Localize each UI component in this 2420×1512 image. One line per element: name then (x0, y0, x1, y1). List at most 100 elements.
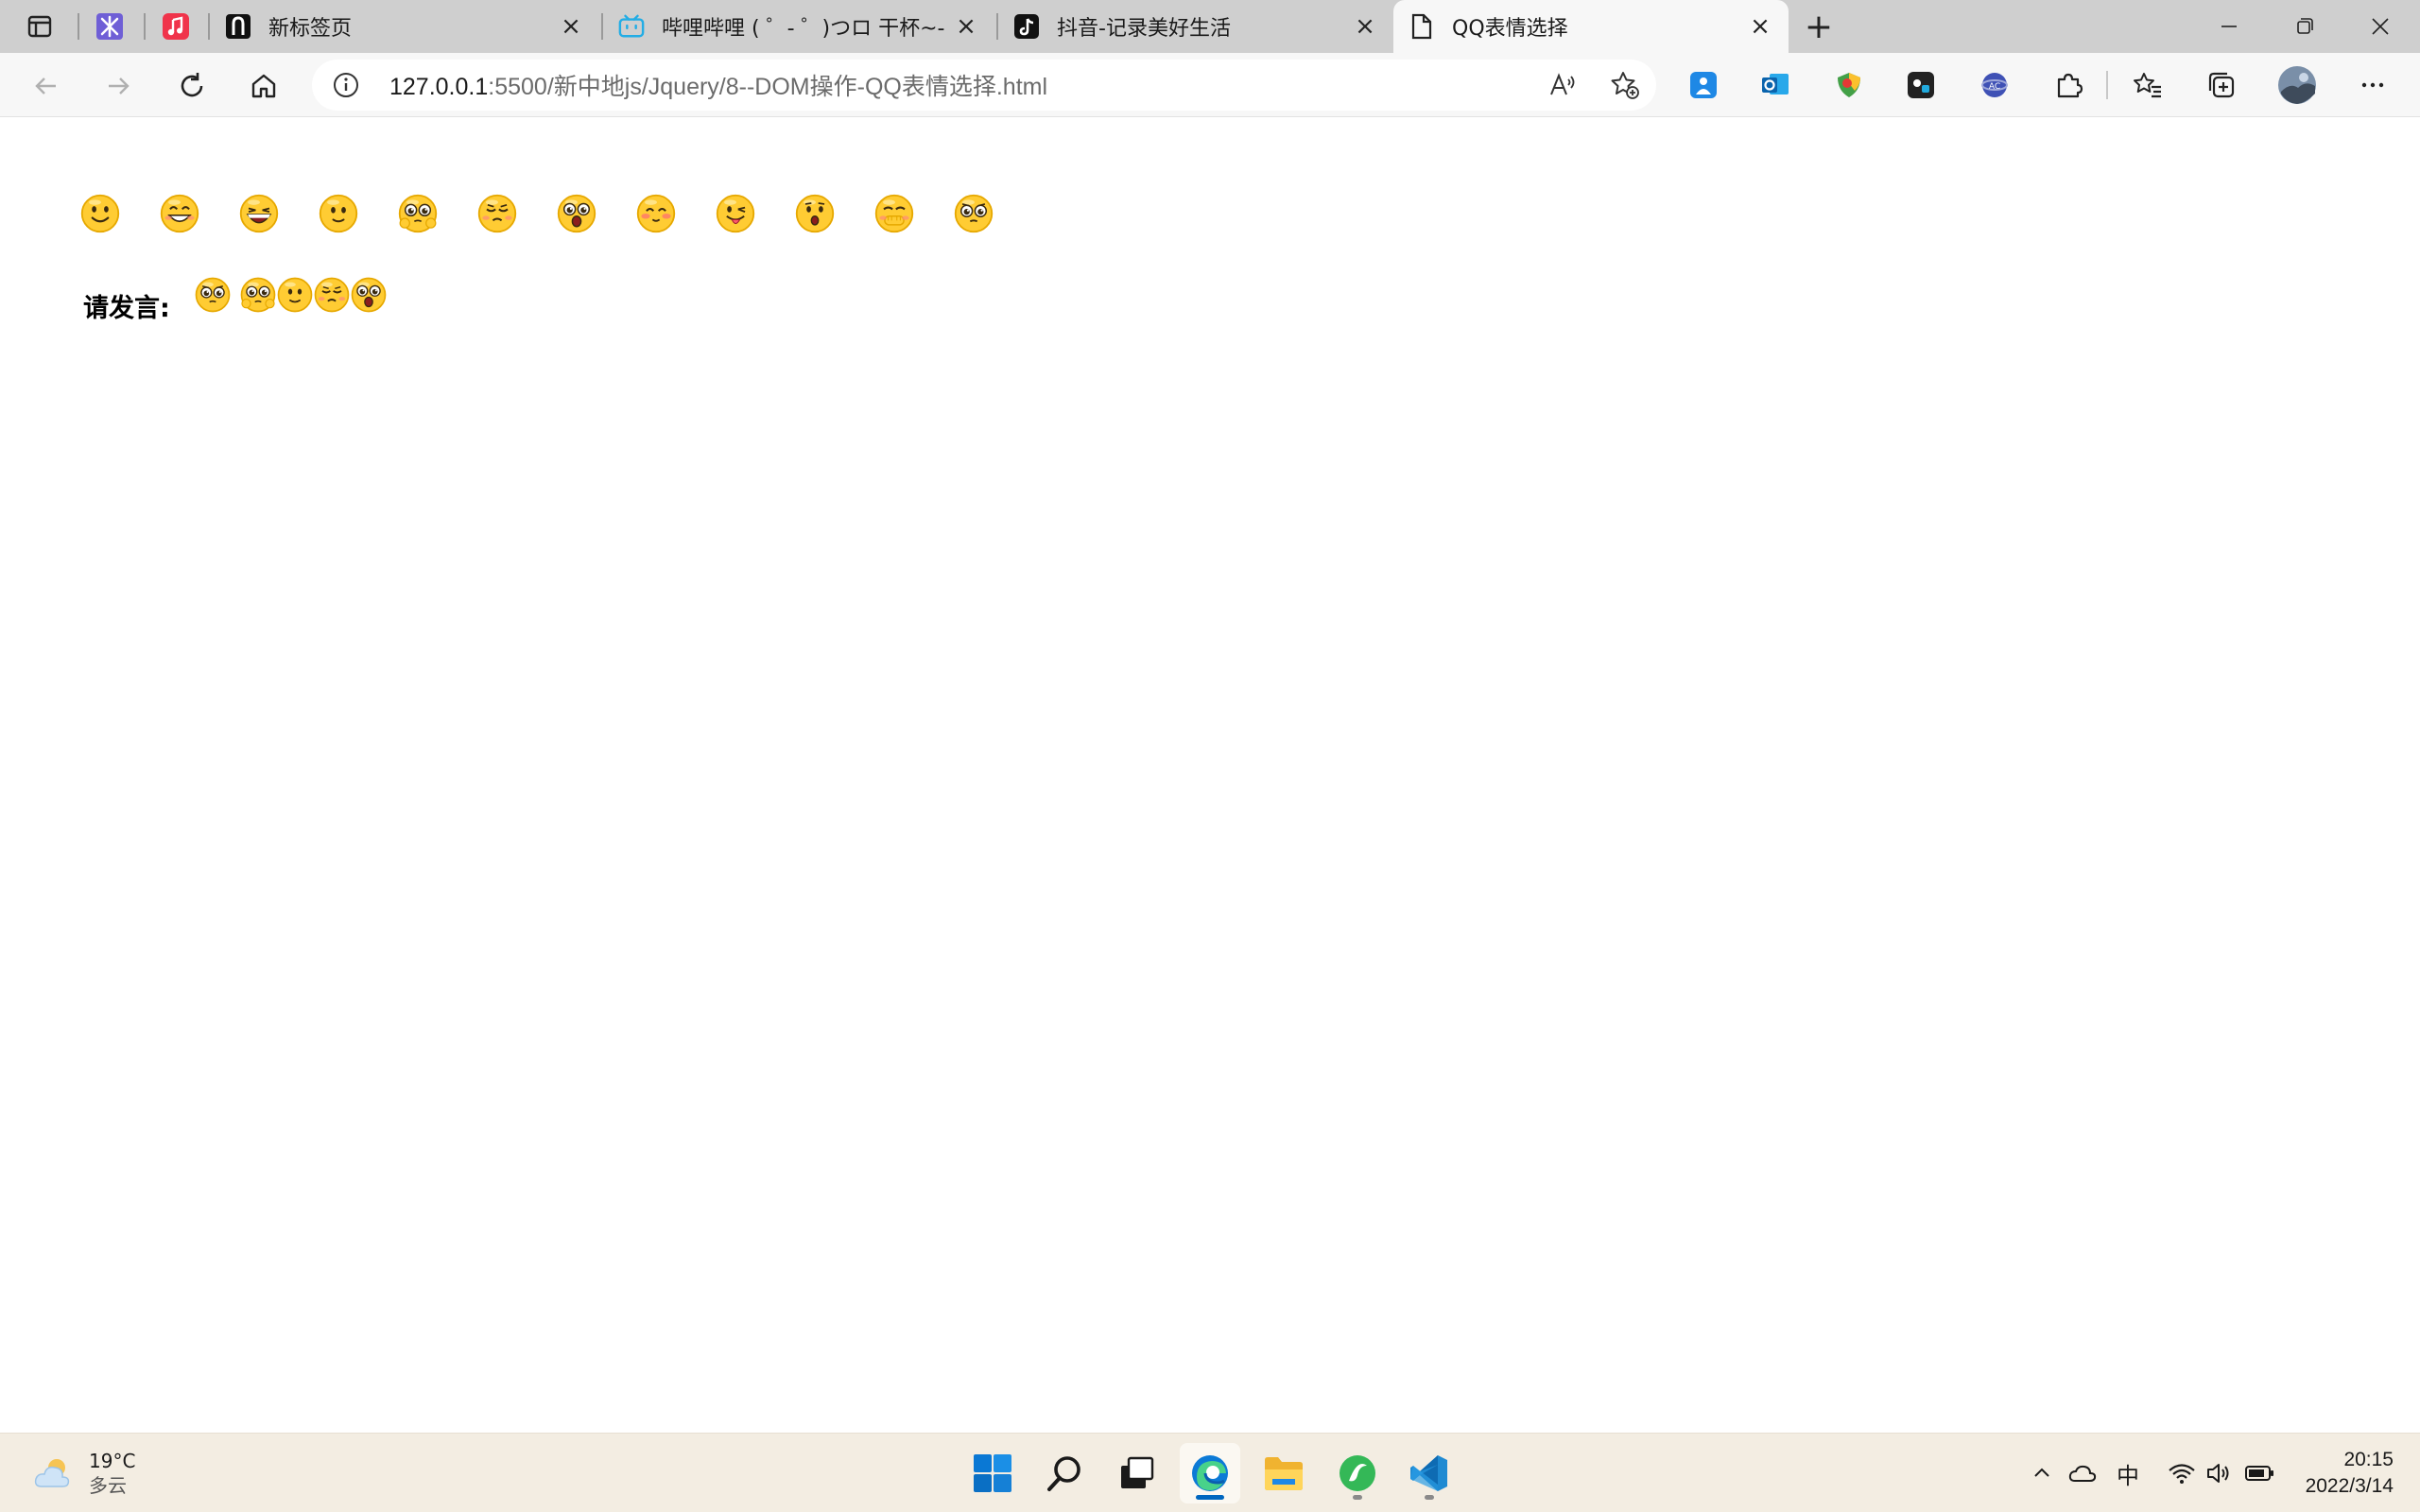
onedrive-tray[interactable] (2066, 1456, 2099, 1490)
refresh-icon (181, 73, 203, 97)
taskbar-edge[interactable] (1180, 1443, 1240, 1503)
tab-close-icon[interactable]: × (1352, 12, 1378, 41)
emoji-smile-icon[interactable] (79, 193, 121, 234)
edge-icon (1192, 1455, 1228, 1491)
browser-toolbar: 127.0.0.1:5500/新中地js/Jquery/8--DOM操作-QQ表… (0, 53, 2420, 117)
emoji-pleading-icon[interactable] (953, 193, 994, 234)
document-favicon (1409, 13, 1435, 40)
emoji-shy-hands-icon[interactable] (397, 193, 439, 234)
chosen-emoji-shocked-icon (350, 276, 388, 314)
dark-app-icon (1908, 72, 1934, 98)
forward-button[interactable] (98, 66, 138, 106)
emoji-laugh-icon[interactable] (238, 193, 280, 234)
speak-label: 请发言: (83, 294, 170, 323)
tab-qq-emoji[interactable]: QQ表情选择 × (1393, 0, 1789, 53)
volume-tray[interactable] (2203, 1456, 2237, 1490)
extension-translate[interactable] (1683, 64, 1724, 106)
taskbar: 19°C 多云 中 20:15 2022/3/14 (0, 1433, 2420, 1512)
plus-icon: + (1804, 7, 1834, 46)
home-icon (251, 74, 276, 98)
start-button[interactable] (962, 1443, 1023, 1503)
minimize-icon (2221, 26, 2237, 27)
task-view-button[interactable] (1106, 1443, 1167, 1503)
tab-strip: 新标签页 × 哔哩哔哩 ( ゜- ゜)つロ 干杯~-bilibili × 抖音-… (0, 0, 2420, 53)
address-host: 127.0.0.1 (389, 74, 489, 100)
new-tab-button[interactable]: + (1802, 7, 1836, 46)
add-favorite-button[interactable] (1605, 65, 1645, 105)
info-icon[interactable] (329, 68, 363, 102)
settings-more-button[interactable] (2352, 64, 2394, 106)
arrow-right-icon (109, 77, 130, 94)
profile-avatar[interactable] (2274, 62, 2320, 108)
search-button[interactable] (1034, 1443, 1095, 1503)
restore-icon (2297, 18, 2313, 34)
restore-button[interactable] (2267, 0, 2342, 53)
emoji-grin-icon[interactable] (159, 193, 200, 234)
taskbar-vscode[interactable] (1399, 1443, 1460, 1503)
emoji-shocked-icon[interactable] (556, 193, 597, 234)
emoji-cover-mouth-icon[interactable] (873, 193, 915, 234)
read-aloud-icon (1550, 73, 1575, 95)
home-button[interactable] (244, 66, 284, 106)
tab-actions-icon (27, 15, 52, 38)
pinned-app-icon-purple (96, 13, 123, 40)
emoji-slight-smile-icon[interactable] (318, 193, 359, 234)
minimize-button[interactable] (2191, 0, 2267, 53)
tab-new-tab[interactable]: 新标签页 × (210, 0, 599, 53)
tab-pinned-2[interactable] (159, 9, 193, 43)
tab-actions-button[interactable] (23, 9, 57, 43)
address-url[interactable]: 127.0.0.1:5500/新中地js/Jquery/8--DOM操作-QQ表… (389, 68, 1047, 102)
windows-logo-icon (974, 1454, 1011, 1492)
cloud-icon (2068, 1465, 2097, 1482)
favorites-button[interactable] (2127, 64, 2169, 106)
battery-tray[interactable] (2240, 1456, 2278, 1490)
tab-close-icon[interactable]: × (1747, 12, 1773, 41)
collections-button[interactable] (2201, 64, 2242, 106)
extension-outlook[interactable] (1754, 64, 1796, 106)
battery-icon (2245, 1466, 2273, 1481)
back-button[interactable] (26, 66, 66, 106)
emoji-sigh-icon[interactable] (476, 193, 518, 234)
chosen-emoji-slight-smile-icon (276, 276, 314, 314)
refresh-button[interactable] (172, 66, 212, 106)
tab-douyin[interactable]: 抖音-记录美好生活 × (998, 0, 1393, 53)
show-hidden-icons-button[interactable] (2027, 1456, 2057, 1490)
tab-bilibili[interactable]: 哔哩哔哩 ( ゜- ゜)つロ 干杯~-bilibili × (603, 0, 998, 53)
emoji-surprised-icon[interactable] (794, 193, 836, 234)
folder-icon (1265, 1457, 1303, 1490)
clock[interactable]: 20:15 2022/3/14 (2280, 1447, 2394, 1500)
ime-indicator[interactable]: 中 (2112, 1456, 2144, 1490)
more-dots-icon (2361, 82, 2384, 88)
weather-widget[interactable]: 19°C 多云 (32, 1449, 135, 1498)
search-icon (1047, 1456, 1080, 1491)
extension-dark-app[interactable] (1900, 64, 1942, 106)
read-aloud-button[interactable] (1543, 65, 1582, 105)
weather-temp: 19°C (89, 1450, 136, 1472)
speaker-icon (2207, 1464, 2229, 1483)
shield-icon (1838, 73, 1860, 97)
weather-text: 19°C 多云 (89, 1449, 135, 1498)
toolbar-separator (2106, 71, 2108, 99)
taskbar-green-app[interactable] (1327, 1443, 1388, 1503)
arrow-left-icon (35, 77, 56, 94)
new-tab-favicon (225, 13, 251, 40)
chosen-emoji-pleading-icon (194, 276, 232, 314)
taskbar-file-explorer[interactable] (1253, 1443, 1314, 1503)
favorites-list-icon (2134, 73, 2161, 98)
emoji-blush-icon[interactable] (635, 193, 677, 234)
emoji-picker (79, 193, 1032, 234)
extensions-button[interactable] (2048, 64, 2089, 106)
wifi-tray[interactable] (2165, 1456, 2199, 1490)
close-icon (2372, 18, 2389, 35)
extension-globe[interactable]: AC (1974, 64, 2015, 106)
chosen-emoji-area (194, 276, 387, 314)
close-window-button[interactable] (2342, 0, 2418, 53)
address-bar[interactable]: 127.0.0.1:5500/新中地js/Jquery/8--DOM操作-QQ表… (312, 60, 1656, 111)
extension-shield[interactable] (1828, 64, 1870, 106)
tab-close-icon[interactable]: × (953, 12, 979, 41)
tab-pinned-1[interactable] (93, 9, 127, 43)
emoji-tongue-wink-icon[interactable] (715, 193, 756, 234)
tab-close-icon[interactable]: × (558, 12, 584, 41)
clock-time: 20:15 (2343, 1449, 2394, 1470)
avatar (2278, 66, 2316, 104)
